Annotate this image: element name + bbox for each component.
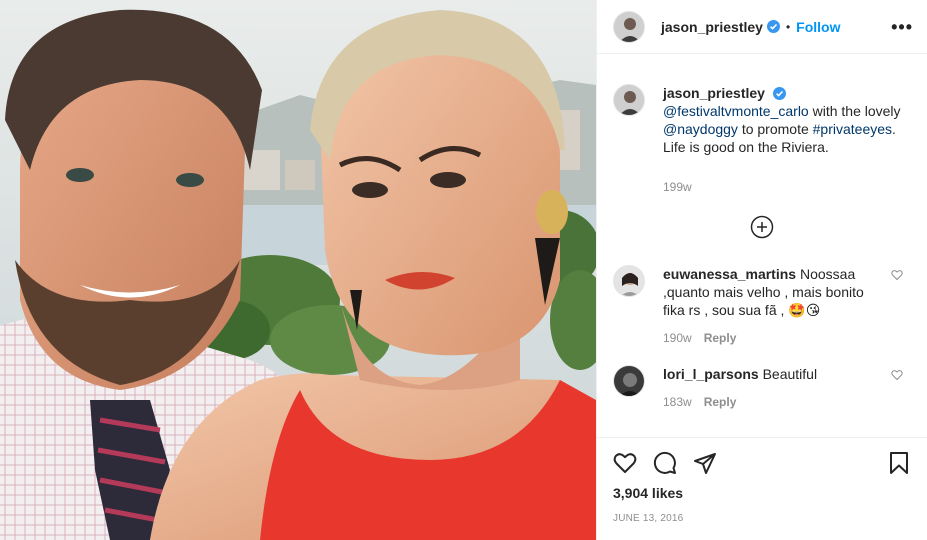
commenter-avatar[interactable] (613, 265, 645, 297)
caption-text-part: to promote (737, 121, 813, 137)
more-options-icon[interactable]: ••• (891, 18, 913, 36)
load-more-comments-icon[interactable] (750, 215, 774, 239)
post-date[interactable]: JUNE 13, 2016 (613, 513, 911, 524)
caption-text-part: with the lovely (808, 103, 901, 119)
action-bar (613, 438, 911, 484)
comment-time: 183w (663, 395, 692, 409)
comment-text: Beautiful (762, 366, 818, 382)
comment-body: lori_l_parsons Beautiful 183w Reply (663, 365, 911, 411)
author-username[interactable]: jason_priestley (661, 19, 763, 35)
caption-body: jason_priestley @festivaltvmonte_carlo w… (663, 84, 911, 196)
caption-time: 199w (663, 180, 692, 194)
caption-mention-naydoggy[interactable]: @naydoggy (663, 121, 738, 137)
comment-actions: 183w Reply (663, 393, 875, 411)
like-heart-icon[interactable] (613, 451, 637, 475)
comment-actions: 190w Reply (663, 329, 875, 347)
comments-section[interactable]: jason_priestley @festivaltvmonte_carlo w… (597, 54, 927, 437)
verified-badge-icon (772, 87, 786, 100)
caption-username[interactable]: jason_priestley (663, 85, 765, 101)
comment-bubble-icon[interactable] (653, 451, 677, 475)
comment-username[interactable]: lori_l_parsons (663, 366, 759, 382)
post-footer: 3,904 likes JUNE 13, 2016 (597, 437, 927, 540)
share-paper-plane-icon[interactable] (693, 451, 717, 475)
header-separator: • (785, 19, 791, 34)
comment-like-heart-icon[interactable] (891, 269, 903, 281)
author-avatar-image (614, 11, 644, 42)
caption-avatar[interactable] (613, 84, 645, 116)
post-photo[interactable] (0, 0, 596, 540)
comment-item: lori_l_parsons Beautiful 183w Reply (613, 365, 911, 411)
comment-username[interactable]: euwanessa_martins (663, 266, 796, 282)
caption-text: @festivaltvmonte_carlo with the lovely @… (663, 102, 911, 156)
follow-button[interactable]: Follow (796, 19, 840, 35)
post-header: jason_priestley • Follow ••• (597, 0, 927, 54)
post-side-panel: jason_priestley • Follow ••• jason_pries… (596, 0, 927, 540)
save-bookmark-icon[interactable] (887, 451, 911, 475)
comment-item: euwanessa_martins Noossaa ,quanto mais v… (613, 265, 911, 347)
comment-like-heart-icon[interactable] (891, 369, 903, 381)
commenter-avatar[interactable] (613, 365, 645, 397)
post-caption: jason_priestley @festivaltvmonte_carlo w… (613, 84, 911, 196)
reply-button[interactable]: Reply (704, 331, 737, 345)
caption-hashtag[interactable]: #privateeyes (813, 121, 892, 137)
reply-button[interactable]: Reply (704, 395, 737, 409)
likes-count[interactable]: 3,904 likes (613, 485, 911, 501)
caption-avatar-image (614, 85, 644, 115)
verified-badge-icon (766, 20, 780, 33)
commenter-avatar-image (614, 366, 644, 396)
author-avatar[interactable] (613, 10, 645, 43)
post-photo-illustration (0, 0, 596, 540)
caption-mention-festival[interactable]: @festivaltvmonte_carlo (663, 103, 809, 119)
comment-time: 190w (663, 331, 692, 345)
commenter-avatar-image (614, 266, 644, 296)
comment-body: euwanessa_martins Noossaa ,quanto mais v… (663, 265, 911, 347)
